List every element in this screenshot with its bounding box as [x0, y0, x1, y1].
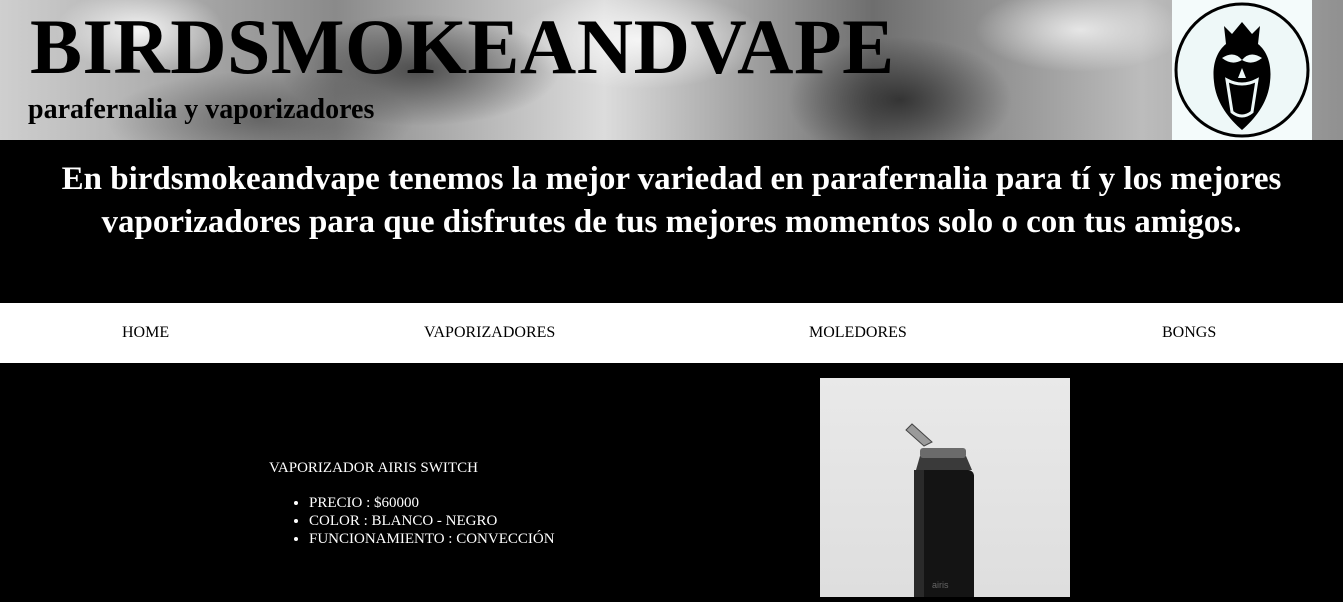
product-image-label: airis [932, 580, 949, 590]
site-tagline: parafernalia y vaporizadores [28, 94, 375, 125]
product-image: airis [820, 378, 1070, 602]
nav-item-home[interactable]: HOME [122, 324, 169, 342]
spec-price: PRECIO : $60000 [309, 494, 555, 512]
owl-logo-icon [1174, 2, 1310, 138]
logo[interactable] [1172, 0, 1312, 140]
spec-color: COLOR : BLANCO - NEGRO [309, 512, 555, 530]
spec-operation: FUNCIONAMIENTO : CONVECCIÓN [309, 530, 555, 548]
product-title: VAPORIZADOR AIRIS SWITCH [269, 460, 478, 476]
product-section: VAPORIZADOR AIRIS SWITCH PRECIO : $60000… [0, 363, 1343, 602]
product-specs-list: PRECIO : $60000 COLOR : BLANCO - NEGRO F… [289, 494, 555, 548]
nav-item-bongs[interactable]: BONGS [1162, 324, 1216, 342]
header-banner: BIRDSMOKEANDVAPE parafernalia y vaporiza… [0, 0, 1343, 140]
vaporizer-device-icon: airis [905, 423, 974, 602]
intro-text: En birdsmokeandvape tenemos la mejor var… [0, 140, 1343, 303]
site-title: BIRDSMOKEANDVAPE [30, 3, 895, 90]
nav-item-vaporizadores[interactable]: VAPORIZADORES [424, 324, 555, 342]
main-nav: HOME VAPORIZADORES MOLEDORES BONGS [0, 303, 1343, 363]
nav-item-moledores[interactable]: MOLEDORES [809, 324, 907, 342]
